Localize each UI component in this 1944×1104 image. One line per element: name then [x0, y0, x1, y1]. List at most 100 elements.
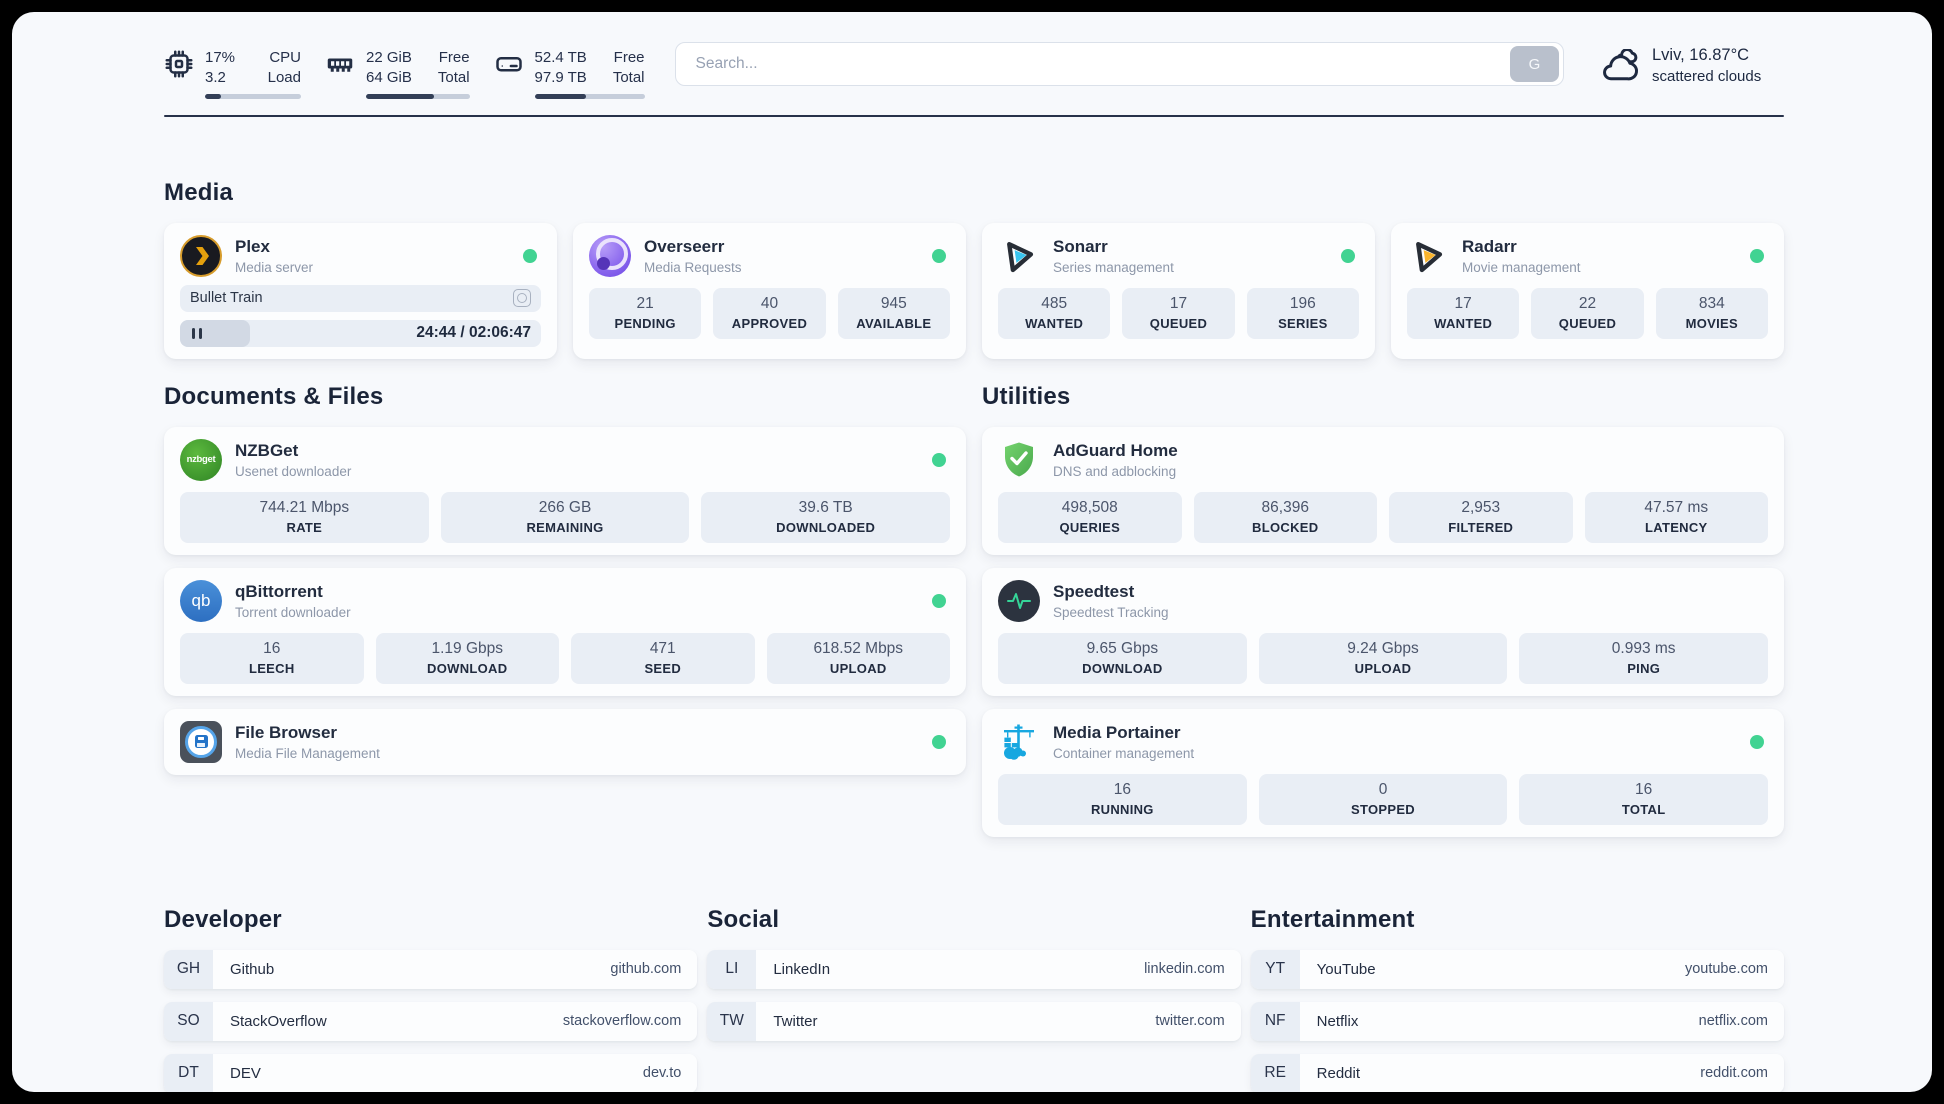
search-engine-button[interactable]: G [1510, 46, 1559, 82]
bookmark-url: reddit.com [1700, 1065, 1768, 1082]
stat-seed: 471 SEED [571, 632, 755, 684]
app-title: Speedtest [1053, 581, 1135, 601]
app-card-portainer[interactable]: Media Portainer Container management 16 … [982, 708, 1784, 837]
app-subtitle: DNS and adblocking [1053, 463, 1177, 479]
disk-free-label: Free [613, 49, 645, 66]
app-card-overseerr[interactable]: Overseerr Media Requests 21 PENDING 40 A… [573, 222, 966, 359]
search-area: G [674, 42, 1564, 86]
app-title: AdGuard Home [1053, 440, 1178, 460]
bookmark-abbr: SO [164, 1001, 213, 1041]
bookmark-url: linkedin.com [1144, 961, 1225, 978]
bookmark-name: Netflix [1316, 1012, 1359, 1030]
bookmark-dev[interactable]: DT DEV dev.to [164, 1053, 698, 1092]
search-input[interactable] [693, 54, 1510, 74]
section-title-media: Media [164, 178, 234, 206]
stat-queued: 17 QUEUED [1122, 287, 1235, 339]
cloud-icon [1603, 48, 1638, 80]
bookmark-abbr: NF [1250, 1001, 1300, 1041]
bookmark-netflix[interactable]: NF Netflix netflix.com [1250, 1001, 1784, 1041]
bookmark-linkedin[interactable]: LI LinkedIn linkedin.com [707, 949, 1241, 989]
stat-wanted: 485 WANTED [998, 287, 1111, 339]
stat-queries: 498,508 QUERIES [998, 491, 1182, 543]
ram-icon [327, 58, 353, 72]
bookmark-reddit[interactable]: RE Reddit reddit.com [1250, 1053, 1784, 1092]
disk-widget: 52.4 TB 97.9 TB Free Total [494, 48, 645, 99]
cpu-progress-fill [205, 93, 222, 99]
bookmark-url: stackoverflow.com [562, 1013, 682, 1030]
stat-upload: 9.24 Gbps UPLOAD [1258, 632, 1508, 684]
pause-icon [192, 327, 202, 339]
adguard-icon [998, 439, 1040, 481]
memory-widget: 22 GiB 64 GiB Free Total [325, 48, 470, 99]
resource-widgets: 17% 3.2 CPU Load 22 GiB 64 GiB Free Tota… [164, 42, 645, 99]
app-title: File Browser [235, 722, 338, 742]
bookmark-twitter[interactable]: TW Twitter twitter.com [707, 1001, 1241, 1041]
cpu-usage-value: 17% [205, 49, 236, 66]
stat-approved: 40 APPROVED [713, 287, 826, 339]
stat-downloaded: 39.6 TB DOWNLOADED [701, 491, 951, 543]
stat-upload: 618.52 Mbps UPLOAD [766, 632, 950, 684]
bookmark-abbr: DT [164, 1053, 213, 1092]
stat-leech: 16 LEECH [180, 632, 364, 684]
app-subtitle: Media server [235, 259, 314, 275]
column-utilities: Utilities AdGuard Home DNS and adblockin… [982, 359, 1784, 850]
overseerr-icon [589, 234, 631, 277]
bookmark-abbr: YT [1250, 949, 1300, 989]
plex-icon [180, 234, 222, 277]
bookmark-name: DEV [230, 1064, 261, 1082]
app-card-nzbget[interactable]: nzbget NZBGet Usenet downloader 744.21 M… [164, 426, 966, 555]
section-title-developer: Developer [164, 905, 282, 933]
status-online-dot [1750, 734, 1764, 749]
bookmark-abbr: TW [707, 1001, 757, 1041]
bookmark-youtube[interactable]: YT YouTube youtube.com [1250, 949, 1784, 989]
cpu-load-label: Load [267, 68, 301, 86]
session-screen-icon [513, 289, 531, 308]
stat-stopped: 0 STOPPED [1258, 773, 1508, 825]
disk-icon [495, 57, 522, 72]
bookmark-github[interactable]: GH Github github.com [164, 949, 698, 989]
stat-available: 945 AVAILABLE [837, 287, 950, 339]
app-subtitle: Media File Management [235, 745, 380, 761]
weather-widget: Lviv, 16.87°C scattered clouds [1598, 42, 1784, 85]
plex-playback-time: 24:44 / 02:06:47 [416, 324, 531, 342]
bookmark-stackoverflow[interactable]: SO StackOverflow stackoverflow.com [164, 1001, 698, 1041]
memory-free-value: 22 GiB [366, 49, 412, 66]
weather-condition: scattered clouds [1652, 68, 1762, 85]
stat-latency: 47.57 ms LATENCY [1584, 491, 1768, 543]
app-subtitle: Torrent downloader [235, 604, 351, 620]
bookmark-url: netflix.com [1698, 1013, 1768, 1030]
stat-ping: 0.993 ms PING [1519, 632, 1769, 684]
stat-remaining: 266 GB REMAINING [440, 491, 690, 543]
app-card-plex[interactable]: Plex Media server Bullet Train 24:44 / 0… [164, 222, 557, 359]
memory-free-label: Free [438, 49, 470, 66]
stat-pending: 21 PENDING [589, 287, 702, 339]
app-title: Radarr [1462, 236, 1517, 256]
app-card-radarr[interactable]: Radarr Movie management 17 WANTED 22 QUE… [1391, 222, 1784, 359]
column-developer: Developer GH Github github.com SO StackO… [164, 905, 698, 1092]
app-card-sonarr[interactable]: Sonarr Series management 485 WANTED 17 Q… [982, 222, 1375, 359]
status-online-dot [932, 734, 946, 749]
dashboard-page: 17% 3.2 CPU Load 22 GiB 64 GiB Free Tota… [12, 12, 1932, 1092]
plex-now-playing-row: Bullet Train [180, 284, 541, 312]
app-title: Overseerr [644, 236, 725, 256]
bookmark-abbr: LI [707, 949, 757, 989]
stat-rate: 744.21 Mbps RATE [180, 491, 429, 543]
bookmark-url: github.com [610, 961, 682, 978]
nzbget-icon: nzbget [180, 438, 222, 481]
stat-series: 196 SERIES [1246, 287, 1359, 339]
stat-filtered: 2,953 FILTERED [1389, 491, 1573, 543]
disk-progress-bar [534, 93, 645, 99]
app-card-qbittorrent[interactable]: qb qBittorrent Torrent downloader 16 LEE… [164, 567, 966, 696]
app-card-filebrowser[interactable]: File Browser Media File Management [164, 708, 966, 775]
column-documents: Documents & Files nzbget NZBGet Usenet d… [164, 359, 966, 788]
search-box: G [674, 42, 1564, 86]
app-title: Sonarr [1053, 236, 1108, 256]
stat-queued: 22 QUEUED [1531, 287, 1644, 339]
app-title: Media Portainer [1053, 722, 1181, 742]
app-card-adguard[interactable]: AdGuard Home DNS and adblocking 498,508 … [982, 426, 1784, 555]
weather-location: Lviv, 16.87°C [1652, 46, 1750, 64]
stat-running: 16 RUNNING [998, 773, 1247, 825]
stat-movies: 834 MOVIES [1655, 287, 1768, 339]
portainer-icon [998, 721, 1040, 763]
app-card-speedtest[interactable]: Speedtest Speedtest Tracking 9.65 Gbps D… [982, 567, 1784, 696]
